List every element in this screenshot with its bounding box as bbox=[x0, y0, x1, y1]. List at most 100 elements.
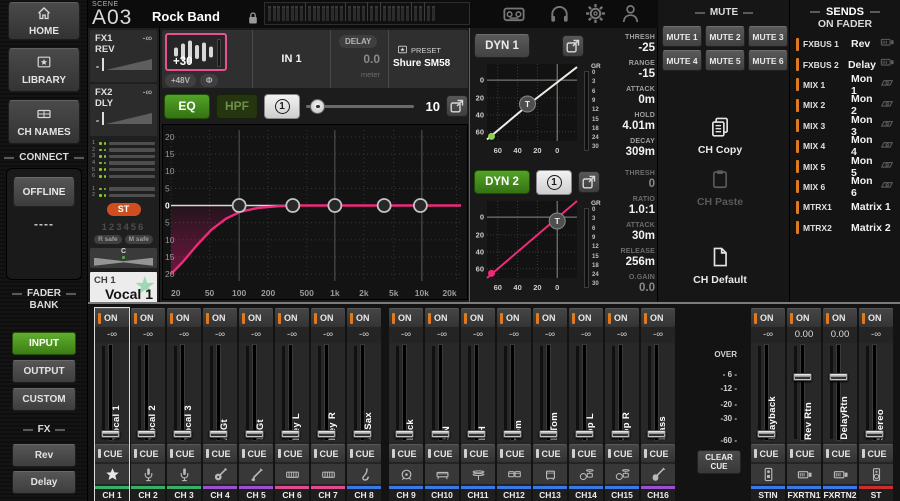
clear-cue-button[interactable]: CLEARCUE bbox=[697, 450, 741, 474]
mute-group-4-button[interactable]: MUTE 4 bbox=[662, 50, 702, 71]
cue-button[interactable]: CUE bbox=[787, 444, 821, 462]
fader-knob[interactable] bbox=[575, 430, 594, 438]
channel-on-button[interactable]: ON bbox=[389, 308, 423, 327]
channel-on-button[interactable]: ON bbox=[425, 308, 459, 327]
cue-button[interactable]: CUE bbox=[347, 444, 381, 462]
dyn1-graph[interactable]: 02040606040200T bbox=[473, 61, 581, 162]
channel-on-button[interactable]: ON bbox=[533, 308, 567, 327]
channel-id[interactable]: CH 4 bbox=[203, 486, 237, 501]
fader-knob[interactable] bbox=[101, 430, 120, 438]
fader-knob[interactable] bbox=[395, 430, 414, 438]
fx-rev-button[interactable]: Rev bbox=[12, 444, 76, 467]
dyn2-expand-button[interactable] bbox=[578, 171, 600, 193]
mute-group-1-button[interactable]: MUTE 1 bbox=[662, 26, 702, 47]
st-assign-badge[interactable]: ST bbox=[107, 203, 141, 216]
fader-knob[interactable] bbox=[173, 430, 192, 438]
library-button[interactable]: LIBRARY bbox=[8, 48, 80, 92]
channel-on-button[interactable]: ON bbox=[95, 308, 129, 327]
fader-knob[interactable] bbox=[281, 430, 300, 438]
pan-control[interactable]: C bbox=[90, 248, 157, 268]
dyn2-graph[interactable]: 02040606040200T bbox=[473, 198, 581, 299]
recall-safe-badge[interactable]: R safe bbox=[94, 235, 122, 244]
channel-on-button[interactable]: ON bbox=[131, 308, 165, 327]
mix-send-meters[interactable]: 12345612 bbox=[92, 140, 155, 199]
phantom-48v-button[interactable]: +48V bbox=[165, 74, 196, 87]
channel-on-button[interactable]: ON bbox=[203, 308, 237, 327]
channel-on-button[interactable]: ON bbox=[275, 308, 309, 327]
dyn2-band-selector-button[interactable]: 1 bbox=[536, 170, 572, 195]
recorder-icon[interactable] bbox=[503, 3, 525, 30]
cue-button[interactable]: CUE bbox=[239, 444, 273, 462]
fader-knob[interactable] bbox=[245, 430, 264, 438]
dyn-param-ratio[interactable]: RATIO1.0:1 bbox=[605, 196, 655, 222]
send-on-fader-mix3[interactable]: MIX 3Mon 3 bbox=[790, 116, 900, 136]
offline-button[interactable]: OFFLINE bbox=[13, 177, 75, 207]
dyn-param-attack[interactable]: ATTACK30m bbox=[605, 222, 655, 248]
eq-expand-button[interactable] bbox=[446, 95, 468, 117]
channel-id[interactable]: CH13 bbox=[533, 486, 567, 501]
dyn1-expand-button[interactable] bbox=[562, 35, 584, 57]
fx-delay-button[interactable]: Delay bbox=[12, 471, 76, 494]
analog-gain-control[interactable]: +30 bbox=[165, 33, 227, 71]
channel-id[interactable]: FXRTN1 bbox=[787, 486, 821, 501]
channel-id[interactable]: ST bbox=[859, 486, 893, 501]
fader-knob[interactable] bbox=[137, 430, 156, 438]
fader-knob[interactable] bbox=[793, 373, 812, 381]
cue-button[interactable]: CUE bbox=[533, 444, 567, 462]
send-on-fader-mtrx2[interactable]: MTRX2Matrix 2 bbox=[790, 218, 900, 238]
channel-id[interactable]: CH 2 bbox=[131, 486, 165, 501]
channel-on-button[interactable]: ON bbox=[497, 308, 531, 327]
send-on-fader-mix5[interactable]: MIX 5Mon 5 bbox=[790, 156, 900, 176]
cue-button[interactable]: CUE bbox=[569, 444, 603, 462]
channel-on-button[interactable]: ON bbox=[859, 308, 893, 327]
cue-button[interactable]: CUE bbox=[389, 444, 423, 462]
dyn-param-release[interactable]: RELEASE256m bbox=[605, 248, 655, 274]
dyn-param-decay[interactable]: DECAY309m bbox=[605, 138, 655, 164]
mute-group-5-button[interactable]: MUTE 5 bbox=[705, 50, 745, 71]
channel-on-button[interactable]: ON bbox=[823, 308, 857, 327]
ch-copy-button[interactable]: CH Copy bbox=[672, 116, 768, 156]
phase-button[interactable]: Φ bbox=[200, 74, 219, 87]
mute-safe-badge[interactable]: M safe bbox=[125, 235, 153, 244]
ch-names-button[interactable]: CH NAMES bbox=[8, 100, 80, 144]
fader-knob[interactable] bbox=[647, 430, 666, 438]
fx1-level-wedge[interactable] bbox=[95, 57, 152, 71]
cue-button[interactable]: CUE bbox=[167, 444, 201, 462]
cue-button[interactable]: CUE bbox=[859, 444, 893, 462]
dyn-param-attack[interactable]: ATTACK0m bbox=[605, 86, 655, 112]
channel-id[interactable]: CH 3 bbox=[167, 486, 201, 501]
channel-id[interactable]: CH 7 bbox=[311, 486, 345, 501]
cue-button[interactable]: CUE bbox=[461, 444, 495, 462]
fader-knob[interactable] bbox=[865, 430, 884, 438]
channel-id[interactable]: FXRTN2 bbox=[823, 486, 857, 501]
fader-bank-input-button[interactable]: INPUT bbox=[12, 332, 76, 355]
channel-id[interactable]: CH 6 bbox=[275, 486, 309, 501]
scene-name[interactable]: Rock Band bbox=[152, 9, 220, 24]
channel-on-button[interactable]: ON bbox=[751, 308, 785, 327]
send-on-fader-fxbus2[interactable]: FXBUS 2Delay bbox=[790, 54, 900, 74]
channel-id[interactable]: CH 1 bbox=[95, 486, 129, 501]
channel-on-button[interactable]: ON bbox=[311, 308, 345, 327]
dyn-param-thresh[interactable]: THRESH0 bbox=[605, 170, 655, 196]
channel-id[interactable]: CH11 bbox=[461, 486, 495, 501]
cue-button[interactable]: CUE bbox=[497, 444, 531, 462]
fx2-level-wedge[interactable] bbox=[95, 111, 152, 125]
channel-id[interactable]: CH15 bbox=[605, 486, 639, 501]
channel-id[interactable]: CH 8 bbox=[347, 486, 381, 501]
scene-id[interactable]: A03 bbox=[92, 6, 132, 30]
cue-button[interactable]: CUE bbox=[641, 444, 675, 462]
send-on-fader-mix6[interactable]: MIX 6Mon 6 bbox=[790, 177, 900, 197]
fader-knob[interactable] bbox=[209, 430, 228, 438]
channel-id[interactable]: CH 5 bbox=[239, 486, 273, 501]
fader-knob[interactable] bbox=[503, 430, 522, 438]
send-on-fader-mix4[interactable]: MIX 4Mon 4 bbox=[790, 136, 900, 156]
eq-on-button[interactable]: EQ bbox=[164, 94, 210, 119]
cue-button[interactable]: CUE bbox=[823, 444, 857, 462]
input-port-label[interactable]: IN 1 bbox=[252, 30, 330, 88]
dyn-param-hold[interactable]: HOLD4.01m bbox=[605, 112, 655, 138]
dyn-param-range[interactable]: RANGE-15 bbox=[605, 60, 655, 86]
channel-id[interactable]: CH12 bbox=[497, 486, 531, 501]
ch-default-button[interactable]: CH Default bbox=[672, 246, 768, 286]
cue-button[interactable]: CUE bbox=[95, 444, 129, 462]
channel-on-button[interactable]: ON bbox=[569, 308, 603, 327]
